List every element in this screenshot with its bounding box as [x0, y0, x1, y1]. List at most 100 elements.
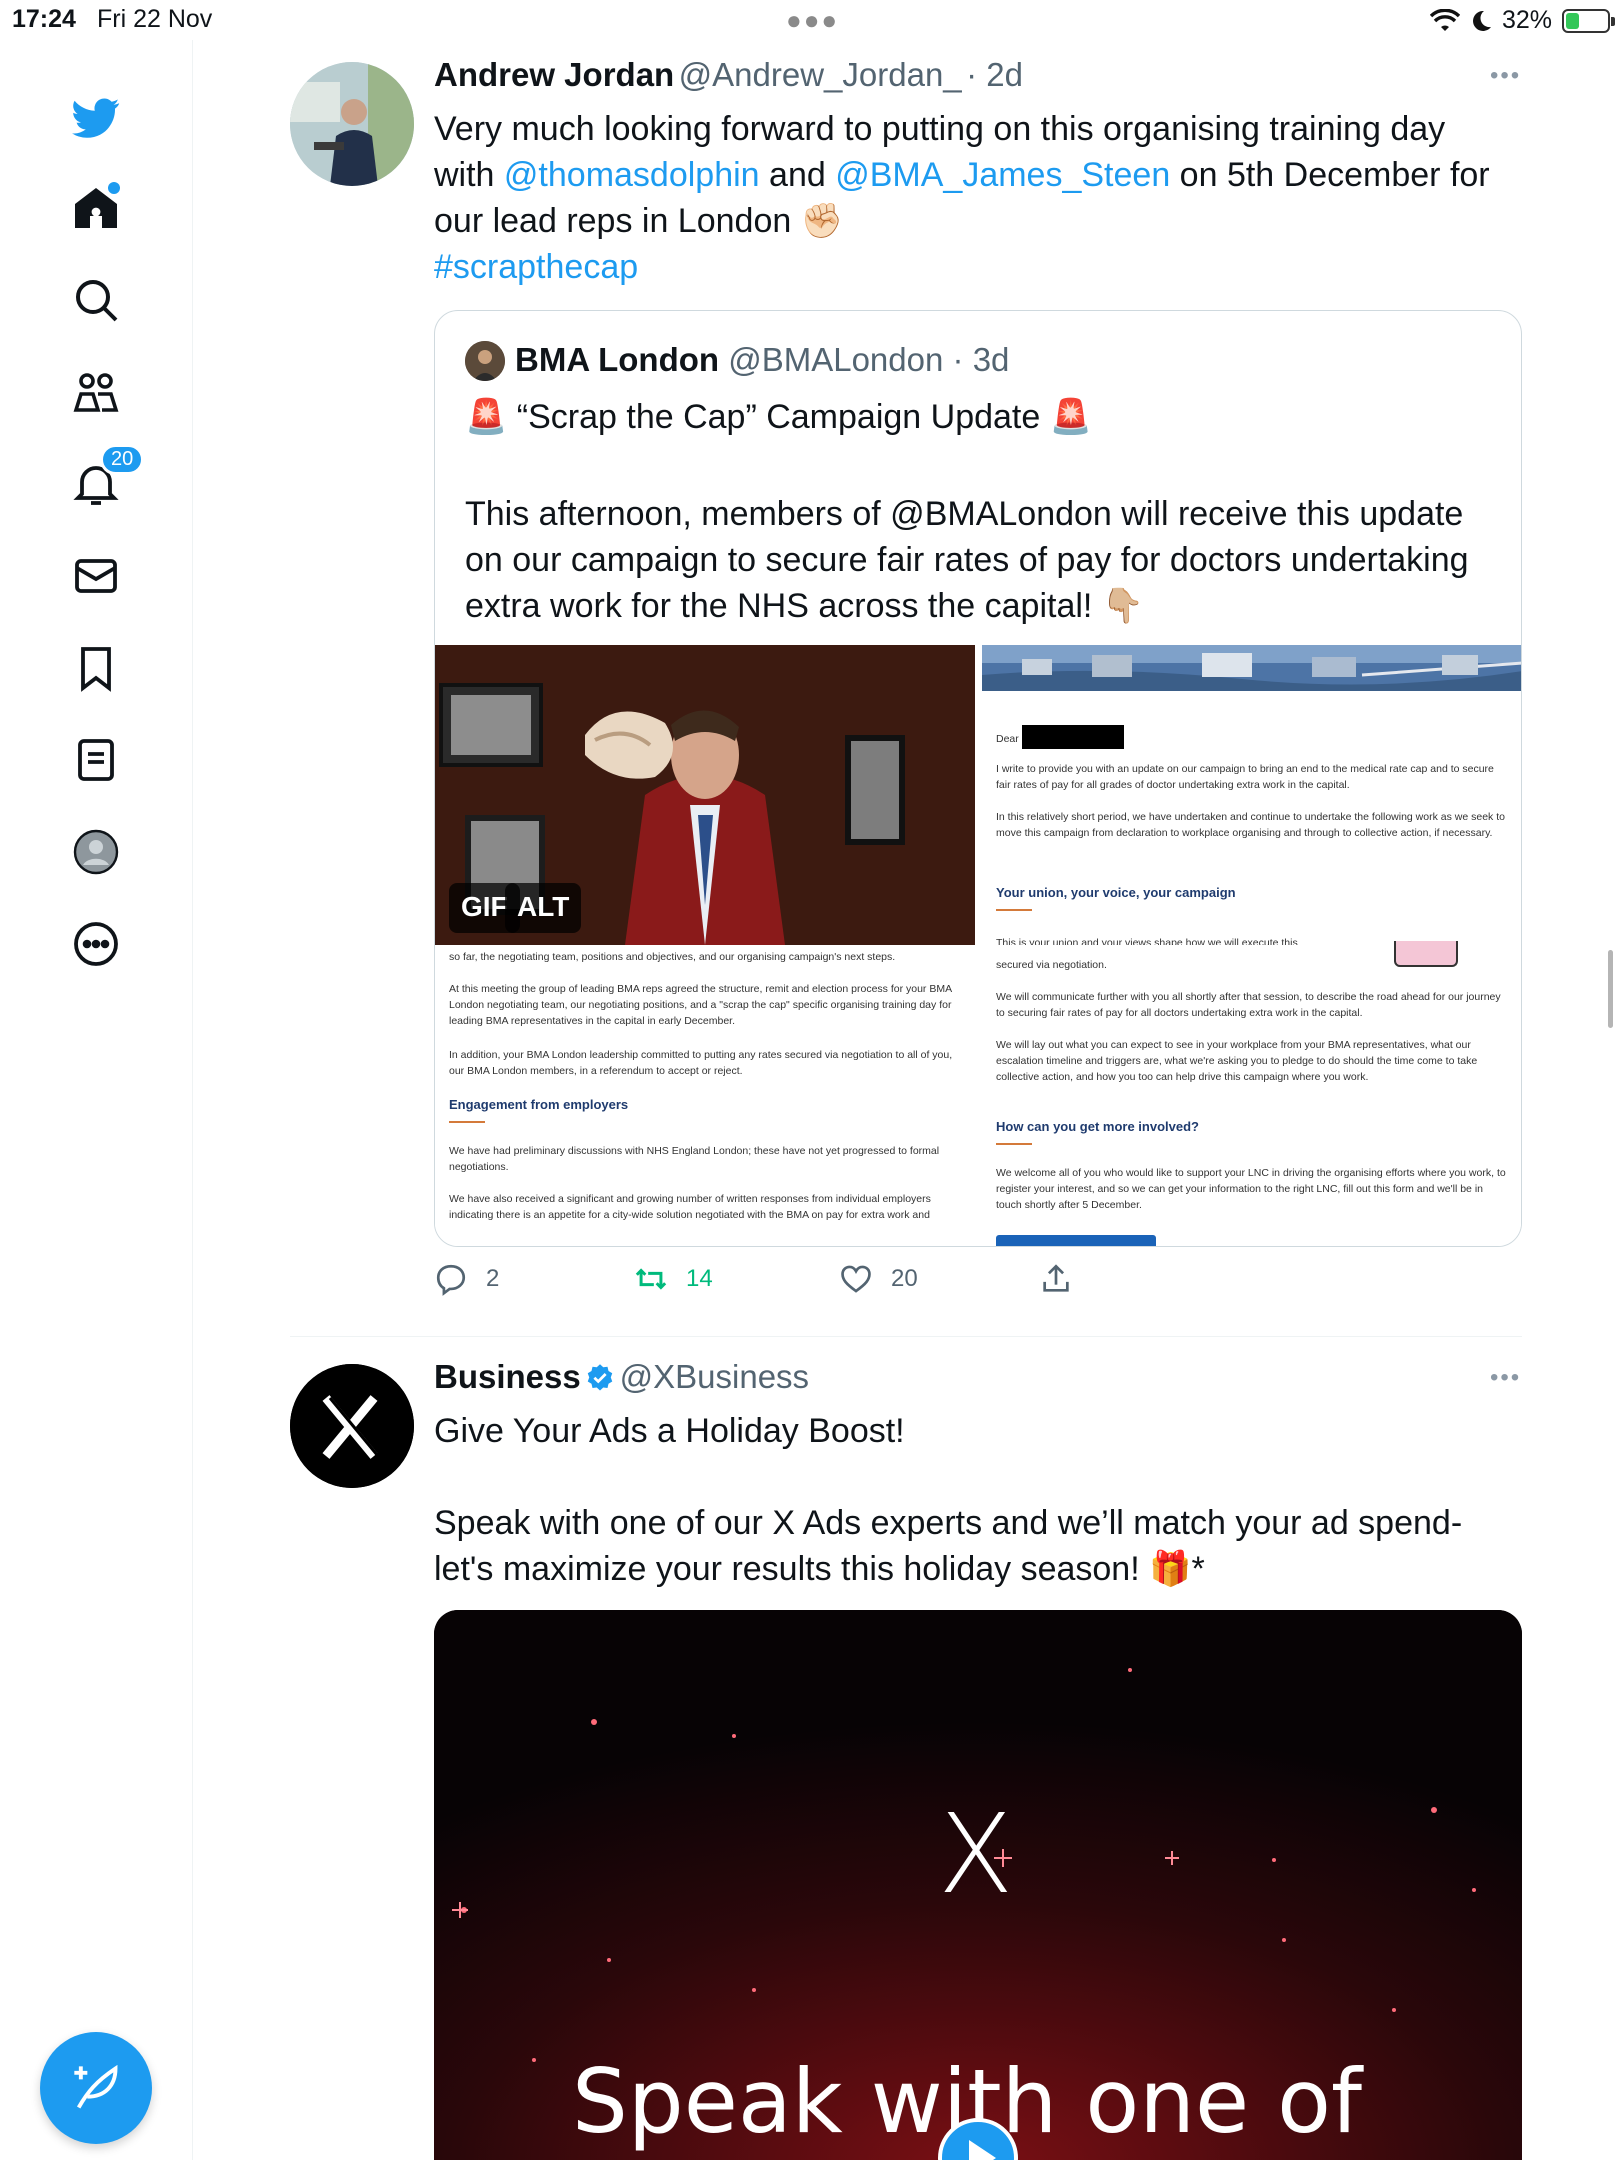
play-icon — [969, 2140, 996, 2160]
doc-paragraph: We will lay out what you can expect to s… — [996, 1039, 1478, 1083]
quoted-time: · 3d — [952, 341, 1010, 378]
doc-heading: How can you get more involved? — [996, 1119, 1199, 1134]
reply-icon — [436, 1264, 466, 1296]
alt-badge[interactable]: ALT — [505, 883, 582, 933]
doc-paragraph: secured via negotiation. — [996, 959, 1107, 971]
text-and: and — [759, 156, 836, 194]
tweet-text: Give Your Ads a Holiday Boost! Speak wit… — [434, 1408, 1514, 1592]
doc-paragraph: We will communicate further with you all… — [996, 991, 1501, 1019]
profile-avatar-icon[interactable] — [66, 822, 126, 882]
tweet-text-line: Speak with one of our X Ads experts and … — [434, 1504, 1463, 1542]
doc-paragraph: We have also received a significant and … — [449, 1193, 931, 1221]
redacted-name-block — [1022, 725, 1124, 749]
quoted-author-avatar — [465, 341, 505, 381]
notifications-bell-icon[interactable]: 20 — [66, 444, 145, 514]
author-name[interactable]: Andrew Jordan — [434, 56, 674, 93]
like-button[interactable]: 20 — [839, 1262, 918, 1296]
quoted-author-handle: @BMALondon — [728, 341, 944, 378]
tweet-header: Business @XBusiness — [434, 1358, 1620, 1396]
tweet-text-line: Give Your Ads a Holiday Boost! — [434, 1412, 905, 1450]
reply-button[interactable]: 2 — [434, 1262, 499, 1296]
author-handle[interactable]: @Andrew_Jordan_ — [679, 56, 962, 93]
author-handle[interactable]: @XBusiness — [620, 1358, 809, 1395]
multitasking-dots[interactable]: ●●● — [786, 5, 839, 36]
tweet-actions: 2 14 20 — [434, 1262, 1134, 1306]
share-icon — [1043, 1264, 1069, 1292]
status-date: Fri 22 Nov — [97, 5, 213, 33]
doc-paragraph: In addition, your BMA London leadership … — [449, 1049, 953, 1077]
battery-icon — [1562, 8, 1615, 33]
tweet-more-icon[interactable]: ••• — [1490, 62, 1620, 90]
business-avatar[interactable] — [290, 1364, 414, 1488]
home-unread-dot — [108, 182, 120, 194]
doc-heading: Engagement from employers — [449, 1097, 629, 1112]
tweet-time[interactable]: · 2d — [966, 56, 1023, 93]
quoted-tweet-card[interactable]: BMA London @BMALondon · 3d 🚨 “Scrap the … — [434, 310, 1522, 1247]
doc-paragraph: In this relatively short period, we have… — [996, 811, 1505, 839]
hashtag-link[interactable]: #scrapthecap — [434, 244, 1514, 290]
wifi-icon — [1429, 8, 1460, 31]
tweet-text-line: our lead reps in London ✊🏻 — [434, 202, 844, 240]
doc-heading-rule — [449, 1121, 485, 1123]
tweet-more-icon[interactable]: ••• — [1490, 1364, 1620, 1392]
retweet-button[interactable]: 14 — [634, 1262, 713, 1296]
text-on: on 5th December for — [1170, 156, 1490, 194]
quoted-title: 🚨 “Scrap the Cap” Campaign Update 🚨 — [465, 398, 1093, 436]
author-name[interactable]: Business — [434, 1358, 581, 1395]
doc-heading: Your union, your voice, your campaign — [996, 885, 1236, 900]
tweet-header: Andrew Jordan @Andrew_Jordan_ · 2d — [434, 56, 1620, 94]
status-bar: 17:24 Fri 22 Nov ●●● 32% — [0, 0, 1620, 40]
battery-percent: 32% — [1501, 6, 1552, 34]
bookmark-icon[interactable] — [66, 638, 126, 698]
search-icon[interactable] — [66, 270, 126, 330]
promo-video[interactable]: X Speak with one of — [434, 1610, 1522, 2160]
text-with: with — [434, 156, 504, 194]
twitter-bird-logo-icon[interactable] — [66, 88, 126, 148]
quoted-media-left[interactable]: GIF ALT so far, the negotiating team, po… — [435, 645, 975, 1246]
tweet-divider — [290, 1336, 1522, 1337]
retweet-count: 14 — [686, 1265, 713, 1292]
more-circle-icon[interactable] — [66, 914, 126, 974]
quoted-author-name: BMA London — [515, 341, 720, 378]
retweet-icon — [635, 1268, 667, 1290]
tweet-text: Very much looking forward to putting on … — [434, 106, 1514, 290]
lists-icon[interactable] — [66, 730, 126, 790]
author-avatar[interactable] — [290, 62, 414, 186]
doc-paragraph: I write to provide you with an update on… — [996, 763, 1494, 791]
status-right: 32% — [1429, 6, 1615, 35]
quoted-header: BMA London @BMALondon · 3d — [515, 341, 1009, 379]
reply-count: 2 — [486, 1265, 500, 1292]
doc-heading-rule — [996, 1143, 1032, 1145]
doc-heading-rule — [996, 909, 1032, 911]
doc-salutation: Dear — [996, 733, 1019, 745]
verified-badge-icon — [587, 1364, 613, 1391]
doc-paragraph: so far, the negotiating team, positions … — [449, 951, 896, 963]
promo-x-logo: X — [938, 1790, 1014, 1918]
home-icon[interactable] — [66, 178, 126, 238]
gif-image[interactable]: GIF ALT — [435, 645, 975, 945]
status-time: 17:24 — [12, 5, 76, 33]
communities-icon[interactable] — [66, 362, 126, 422]
scrollbar[interactable] — [1608, 950, 1613, 1028]
moon-icon — [1472, 10, 1491, 31]
mention-link[interactable]: @thomasdolphin — [504, 156, 760, 194]
tweet-text-line: with @thomasdolphin and @BMA_James_Steen… — [434, 152, 1514, 198]
compose-tweet-button[interactable] — [40, 2032, 152, 2144]
london-banner-image — [982, 645, 1521, 691]
heart-icon — [841, 1265, 871, 1293]
doc-paragraph: At this meeting the group of leading BMA… — [449, 983, 952, 1027]
quoted-media-right[interactable]: Dear I write to provide you with an upda… — [982, 645, 1521, 1246]
sidebar: 20 — [0, 40, 193, 2160]
like-count: 20 — [891, 1265, 918, 1292]
compose-feather-icon — [74, 2064, 118, 2109]
share-button[interactable] — [1039, 1262, 1073, 1296]
pink-highlight-box — [1394, 941, 1458, 967]
messages-envelope-icon[interactable] — [66, 546, 126, 606]
tweet-text-line: let's maximize your results this holiday… — [434, 1550, 1205, 1588]
tweet-text-line: Very much looking forward to putting on … — [434, 110, 1446, 148]
mention-link[interactable]: @BMA_James_Steen — [835, 156, 1170, 194]
doc-paragraph: We welcome all of you who would like to … — [996, 1167, 1506, 1211]
doc-paragraph: We have had preliminary discussions with… — [449, 1145, 940, 1173]
play-button[interactable] — [938, 2118, 1018, 2160]
